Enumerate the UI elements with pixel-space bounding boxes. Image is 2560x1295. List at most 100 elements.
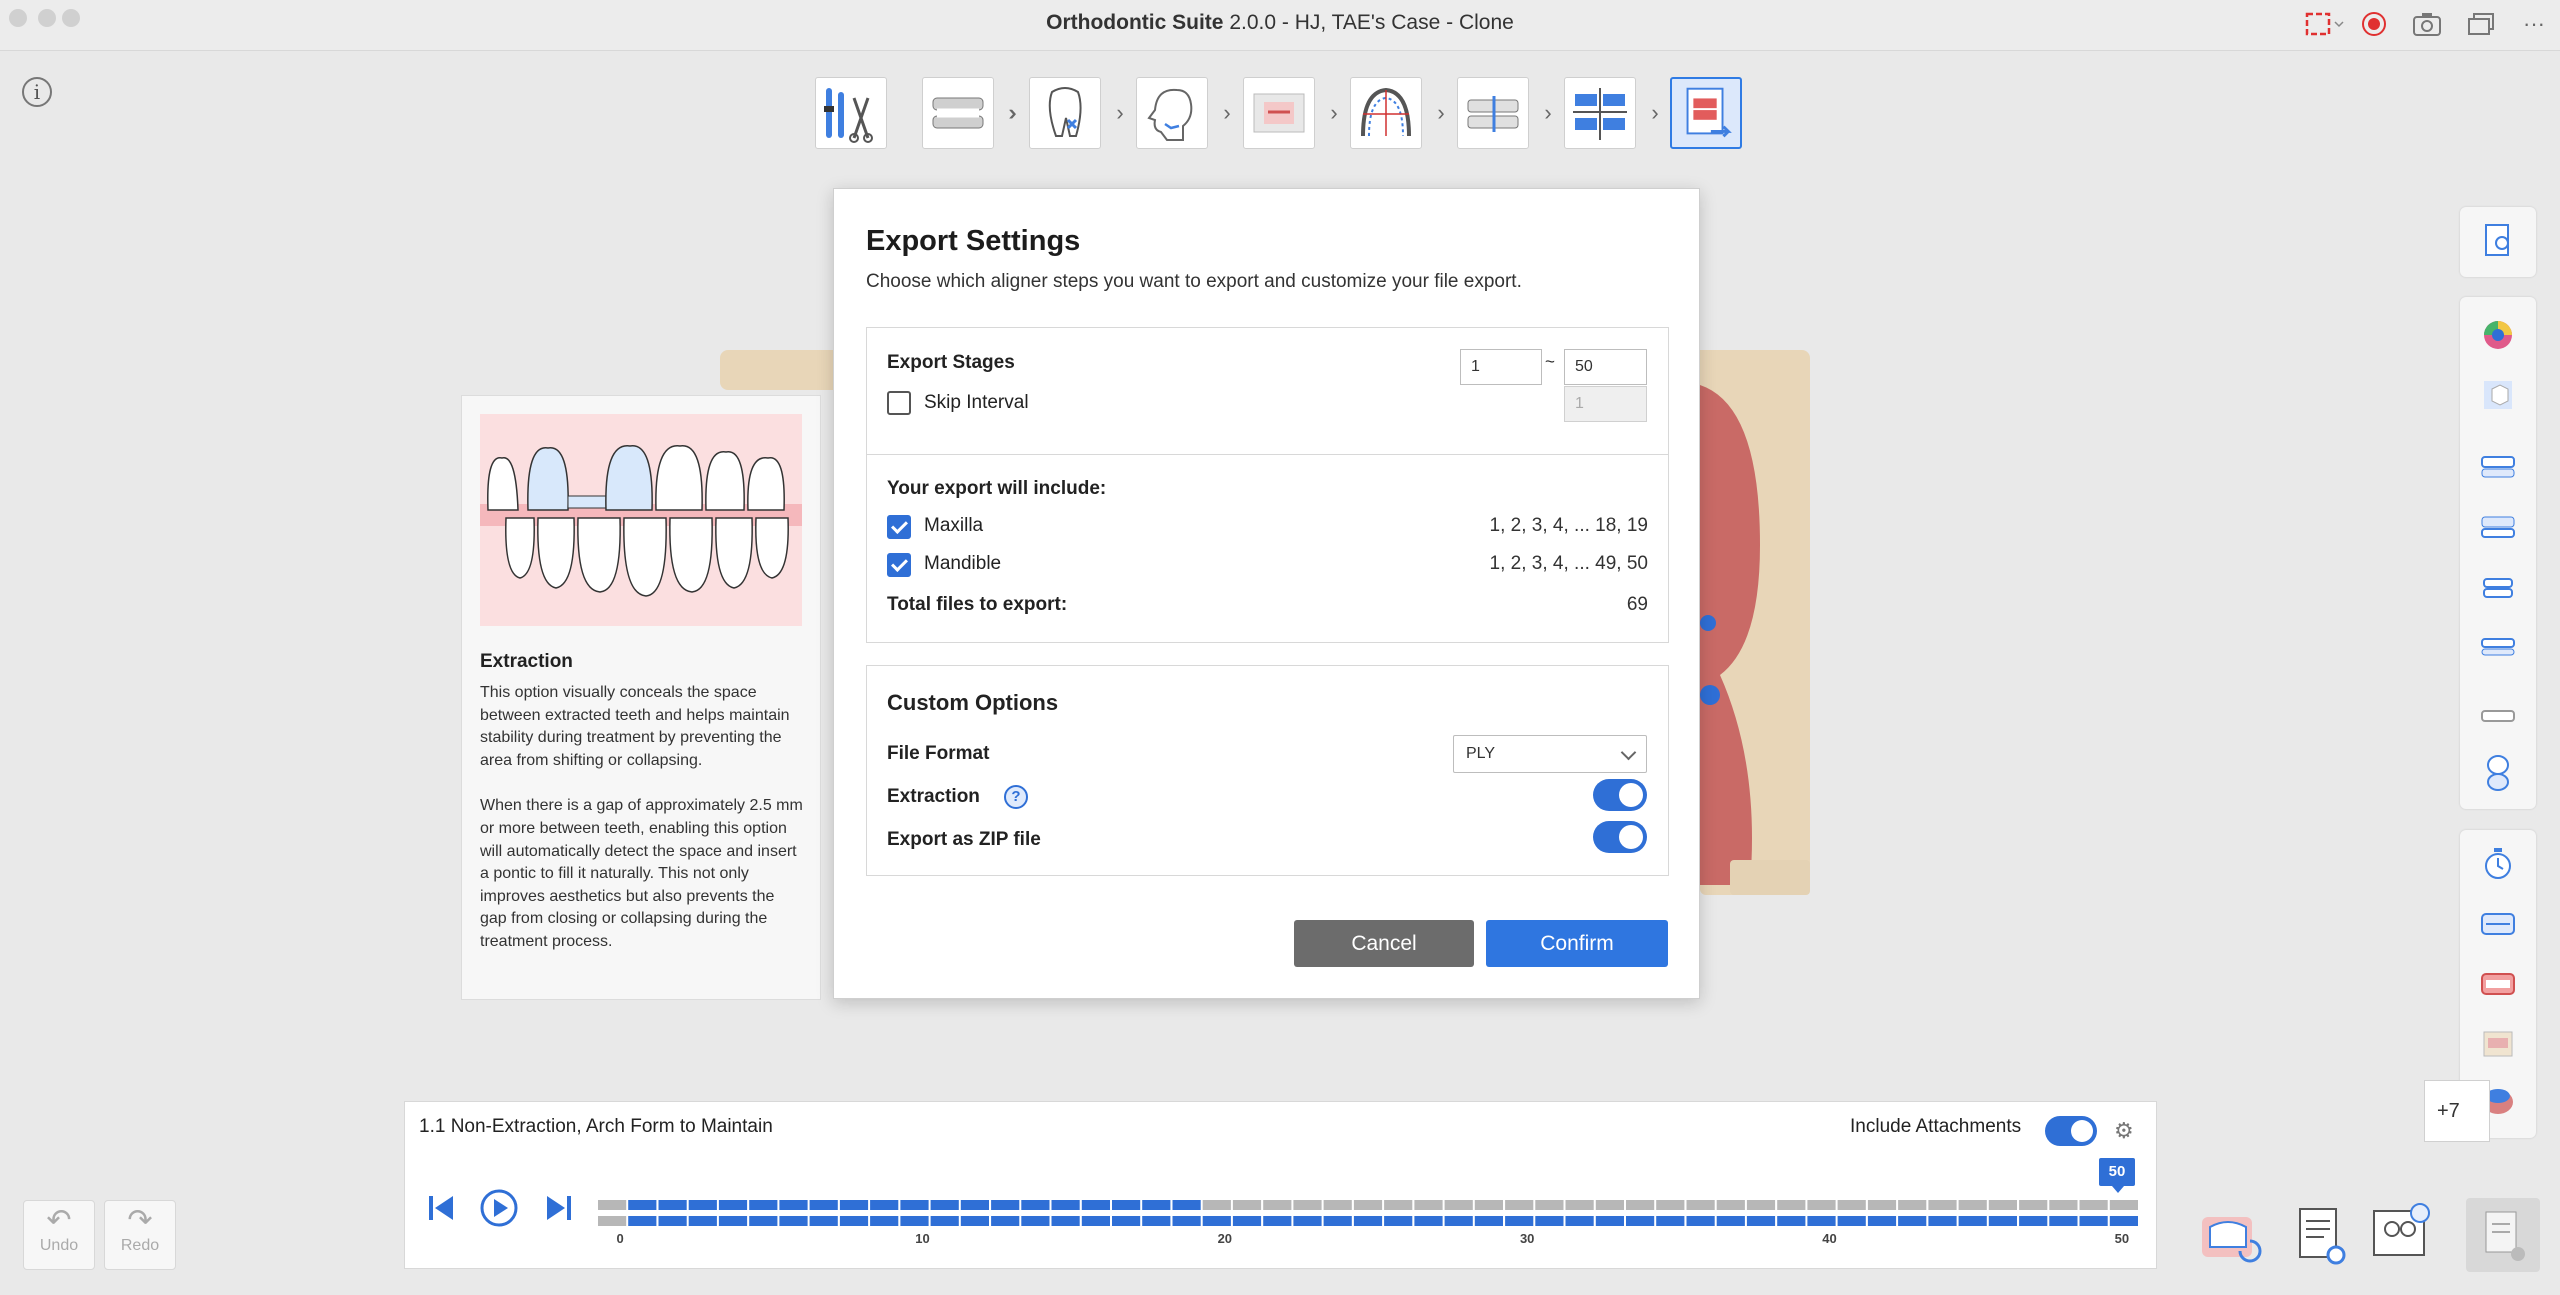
compare-view-button[interactable] [2364,1197,2440,1273]
mandible-stage-segment[interactable] [1323,1216,1352,1226]
maxilla-stage-segment[interactable] [718,1200,748,1210]
maxilla-stage-segment[interactable] [1112,1200,1141,1210]
skip-to-start-icon[interactable] [423,1190,459,1226]
report-icon[interactable] [2478,221,2518,261]
maxilla-stage-segment[interactable] [1263,1200,1292,1210]
mandible-stage-segment[interactable] [1081,1216,1110,1226]
maxilla-stage-segment[interactable] [2079,1200,2108,1210]
maxilla-stage-segment[interactable] [598,1200,627,1210]
maxilla-stage-segment[interactable] [1414,1200,1443,1210]
step-photo[interactable] [1243,77,1315,149]
maxilla-stage-segment[interactable] [1958,1200,1987,1210]
mandible-stage-segment[interactable] [688,1216,717,1226]
zip-toggle[interactable] [1593,821,1647,853]
mandible-stage-segment[interactable] [930,1216,959,1226]
maxilla-stage-segment[interactable] [1293,1200,1322,1210]
mandible-stage-segment[interactable] [1837,1216,1866,1226]
stage-from-input[interactable]: 1 [1460,349,1542,385]
fullscreen-capture-button[interactable] [2302,10,2348,38]
color-map-icon[interactable] [2478,315,2518,355]
mandible-stage-segment[interactable] [1777,1216,1806,1226]
maxilla-stage-segment[interactable] [1716,1200,1745,1210]
maxilla-stage-segment[interactable] [1081,1200,1110,1210]
maxilla-stage-segment[interactable] [1837,1200,1866,1210]
mandible-checkbox[interactable] [887,553,911,577]
aligner-case-button[interactable] [2190,1197,2266,1273]
maxilla-stage-segment[interactable] [749,1200,778,1210]
step-tooth[interactable] [1029,77,1101,149]
mandible-stage-segment[interactable] [628,1216,657,1226]
mandible-stage-segment[interactable] [1505,1216,1534,1226]
maxilla-stage-segment[interactable] [1051,1200,1080,1210]
maxilla-stage-segment[interactable] [900,1200,929,1210]
maxilla-stage-segment[interactable] [688,1200,717,1210]
step-export[interactable] [1670,77,1742,149]
maxilla-stage-segment[interactable] [1928,1200,1957,1210]
maxilla-stage-segment[interactable] [1656,1200,1685,1210]
stage-to-input[interactable]: 50 [1564,349,1647,385]
step-bite[interactable] [1457,77,1529,149]
step-jaws[interactable] [922,77,994,149]
maxilla-stage-segment[interactable] [930,1200,959,1210]
maxilla-stage-segment[interactable] [2049,1200,2078,1210]
mandible-stage-segment[interactable] [1988,1216,2017,1226]
mandible-stage-segment[interactable] [1686,1216,1715,1226]
mandible-stage-segment[interactable] [598,1216,627,1226]
mandible-stage-segment[interactable] [1958,1216,1987,1226]
aligner-overlay-icon[interactable] [2478,904,2518,944]
maxilla-stage-segment[interactable] [1323,1200,1352,1210]
maxilla-stage-segment[interactable] [839,1200,869,1210]
mandible-stage-segment[interactable] [960,1216,989,1226]
record-button[interactable] [2358,10,2390,38]
mandible-stage-segment[interactable] [1142,1216,1171,1226]
mandible-stage-segment[interactable] [1928,1216,1957,1226]
skip-interval-input[interactable]: 1 [1564,386,1647,422]
mandible-stage-segment[interactable] [1202,1216,1231,1226]
timer-tooth-icon[interactable] [2478,844,2518,884]
mandible-stage-segment[interactable] [718,1216,748,1226]
maxilla-stage-segment[interactable] [1474,1200,1503,1210]
step-face[interactable] [1136,77,1208,149]
upper-arch-icon[interactable] [2478,447,2518,487]
maxilla-stage-segment[interactable] [1172,1200,1201,1210]
maxilla-stage-segment[interactable] [628,1200,657,1210]
undo-button[interactable]: ↶ Undo [23,1200,95,1270]
screenshot-button[interactable] [2410,10,2444,38]
info-icon[interactable]: i [22,77,52,107]
cube-view-icon[interactable] [2478,375,2518,415]
mandible-stage-segment[interactable] [1535,1216,1564,1226]
mandible-stage-segment[interactable] [1112,1216,1141,1226]
report-preview-button[interactable] [2284,1197,2360,1273]
mandible-stage-segment[interactable] [1898,1216,1927,1226]
mandible-stage-segment[interactable] [1656,1216,1685,1226]
step-arch[interactable] [1350,77,1422,149]
maxilla-stage-segment[interactable] [1505,1200,1534,1210]
maxilla-stage-segment[interactable] [1807,1200,1836,1210]
mandible-stage-segment[interactable] [1021,1216,1050,1226]
mandible-stage-segment[interactable] [1293,1216,1322,1226]
step-tools[interactable] [815,77,887,149]
skip-to-end-icon[interactable] [541,1190,577,1226]
include-attachments-toggle[interactable] [2045,1116,2097,1146]
mandible-stage-segment[interactable] [749,1216,778,1226]
mandible-stage-segment[interactable] [1444,1216,1473,1226]
confirm-button[interactable]: Confirm [1486,920,1668,967]
maxilla-stage-segment[interactable] [1142,1200,1171,1210]
help-question-icon[interactable]: ? [1004,785,1028,809]
mandible-stage-segment[interactable] [1746,1216,1776,1226]
mandible-stage-segment[interactable] [1807,1216,1836,1226]
maxilla-stage-segment[interactable] [2109,1200,2138,1210]
right-view-icon[interactable] [2478,697,2518,737]
front-view-icon[interactable] [2478,627,2518,667]
mandible-stage-segment[interactable] [900,1216,929,1226]
maxilla-stage-segment[interactable] [1535,1200,1564,1210]
maxilla-stage-segment[interactable] [960,1200,989,1210]
export-document-button[interactable] [2466,1198,2540,1272]
mandible-stage-segment[interactable] [1384,1216,1413,1226]
maxilla-stage-segment[interactable] [1686,1200,1715,1210]
mandible-stage-segment[interactable] [2019,1216,2048,1226]
maxilla-stage-segment[interactable] [1202,1200,1231,1210]
gum-overlay-icon[interactable] [2478,964,2518,1004]
mandible-stage-segment[interactable] [779,1216,808,1226]
lower-arch-icon[interactable] [2478,507,2518,547]
